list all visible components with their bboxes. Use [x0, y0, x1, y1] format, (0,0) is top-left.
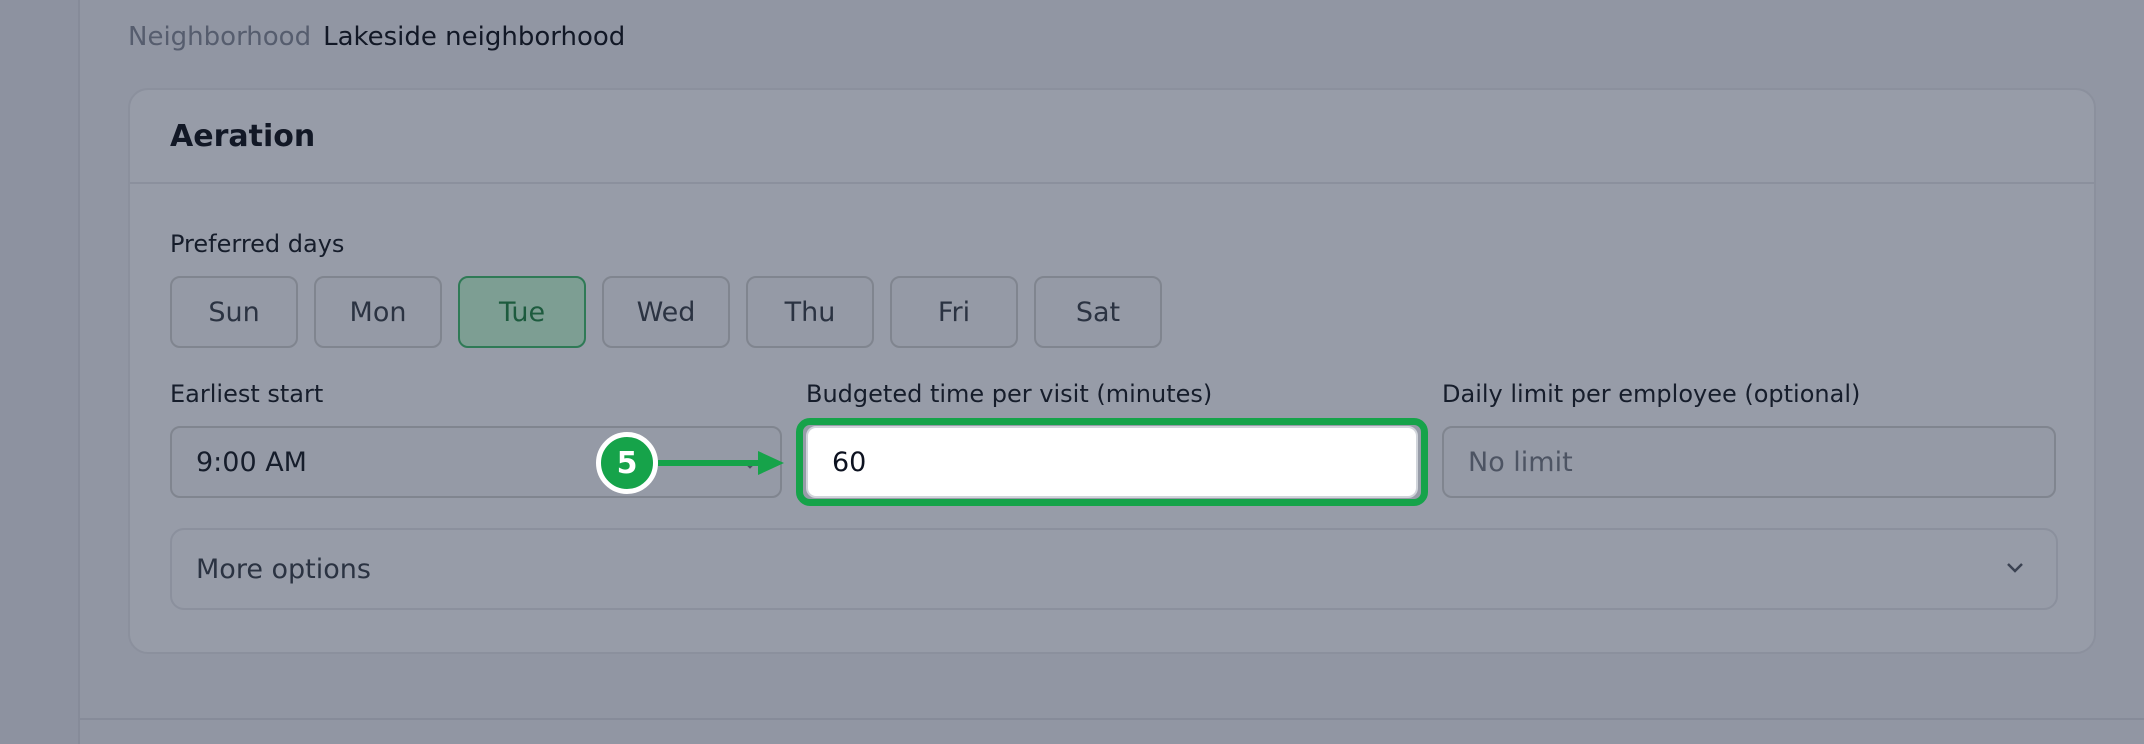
arrow-right-icon	[658, 451, 784, 475]
left-rail	[0, 0, 80, 744]
neighborhood-row: Neighborhood Lakeside neighborhood	[128, 22, 625, 52]
more-options-label: More options	[196, 553, 371, 585]
day-button-sun[interactable]: Sun	[170, 276, 298, 348]
chevron-down-icon	[2007, 563, 2023, 573]
budgeted-time-label: Budgeted time per visit (minutes)	[806, 380, 1213, 408]
preferred-days-label: Preferred days	[170, 230, 345, 258]
day-button-fri[interactable]: Fri	[890, 276, 1018, 348]
day-button-tue[interactable]: Tue	[458, 276, 586, 348]
neighborhood-label: Neighborhood	[128, 22, 312, 52]
divider	[80, 718, 2144, 720]
budgeted-time-value: 60	[832, 446, 867, 478]
earliest-start-value: 9:00 AM	[196, 446, 307, 478]
neighborhood-value: Lakeside neighborhood	[323, 22, 626, 52]
daily-limit-label: Daily limit per employee (optional)	[1442, 380, 1861, 408]
budgeted-time-input[interactable]: 60	[806, 426, 1418, 498]
daily-limit-input[interactable]: No limit	[1442, 426, 2056, 498]
card-title: Aeration	[170, 118, 316, 154]
day-button-mon[interactable]: Mon	[314, 276, 442, 348]
earliest-start-label: Earliest start	[170, 380, 324, 408]
day-button-sat[interactable]: Sat	[1034, 276, 1162, 348]
card-header: Aeration	[130, 90, 2094, 184]
aeration-card: Aeration Preferred days Sun Mon Tue Wed …	[128, 88, 2096, 654]
step-badge: 5	[596, 432, 658, 494]
day-button-thu[interactable]: Thu	[746, 276, 874, 348]
more-options-toggle[interactable]: More options	[170, 528, 2058, 610]
day-button-wed[interactable]: Wed	[602, 276, 730, 348]
daily-limit-placeholder: No limit	[1468, 446, 1573, 478]
